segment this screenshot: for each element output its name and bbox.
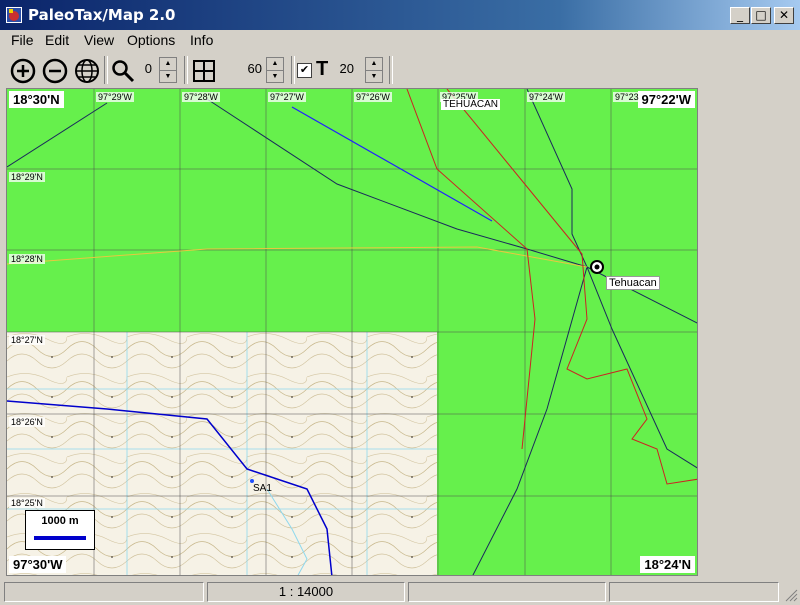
lat-label: 18°27'N	[9, 335, 45, 345]
maximize-button[interactable]: □	[751, 7, 771, 24]
site-label: SA1	[253, 483, 272, 494]
status-cell-left	[4, 582, 204, 602]
text-size-value[interactable]: 20	[336, 61, 354, 76]
place-marker-dot	[594, 264, 600, 270]
scale-bar-line	[34, 536, 86, 540]
corner-nw-label: 18°30'N	[9, 91, 64, 108]
scale-bar-label: 1000 m	[41, 515, 79, 527]
zoom-out-button[interactable]	[40, 56, 70, 86]
zoom-out-icon	[42, 58, 68, 84]
text-size-spinner[interactable]: ▲ ▼	[365, 57, 383, 83]
lon-label: 97°26'W	[354, 92, 392, 102]
globe-icon	[75, 59, 99, 83]
window-title: PaleoTax/Map 2.0	[28, 6, 176, 24]
lon-label: 97°27'W	[268, 92, 306, 102]
text-icon: T	[316, 58, 329, 80]
zoom-in-icon	[10, 58, 36, 84]
magnifier-button[interactable]	[108, 56, 138, 86]
menu-edit[interactable]: Edit	[45, 32, 69, 48]
status-cell-mid	[408, 582, 606, 602]
lat-label: 18°28'N	[9, 254, 45, 264]
toolbar-separator	[291, 56, 295, 84]
grid-button[interactable]	[189, 56, 219, 86]
lon-label: 97°23'W	[613, 92, 639, 102]
menu-view[interactable]: View	[84, 32, 114, 48]
map-canvas[interactable]: 18°30'N 97°22'W 97°30'W 18°24'N 97°29'W …	[6, 88, 698, 576]
place-label-caps: TEHUACAN	[441, 99, 501, 110]
menu-info[interactable]: Info	[190, 32, 213, 48]
text-checkbox[interactable]: ✔	[297, 63, 312, 78]
grid-icon	[193, 60, 215, 82]
grid-spinner[interactable]: ▲ ▼	[266, 57, 284, 83]
place-label: Tehuacan	[606, 276, 660, 290]
close-button[interactable]: ✕	[774, 7, 794, 24]
status-bar: 1 : 14000	[0, 580, 800, 605]
grid-value[interactable]: 60	[236, 61, 262, 76]
lon-label: 97°24'W	[527, 92, 565, 102]
menu-file[interactable]: File	[11, 32, 34, 48]
scale-bar: 1000 m	[25, 510, 95, 550]
lat-label: 18°29'N	[9, 172, 45, 182]
menu-options[interactable]: Options	[127, 32, 175, 48]
globe-button[interactable]	[72, 56, 102, 86]
status-cell-right	[609, 582, 779, 602]
toolbar-separator	[184, 56, 188, 84]
map-graphics	[7, 89, 697, 575]
corner-se-label: 18°24'N	[640, 556, 695, 573]
zoom-spinner[interactable]: ▲ ▼	[159, 57, 177, 83]
app-icon	[6, 7, 22, 23]
zoom-value[interactable]: 0	[136, 61, 152, 76]
scale-readout: 1 : 14000	[207, 582, 405, 602]
toolbar: 0 ▲ ▼ 60 ▲ ▼ ✔ T 20 ▲ ▼	[0, 52, 800, 88]
zoom-in-button[interactable]	[8, 56, 38, 86]
resize-grip-icon[interactable]	[784, 588, 798, 602]
minimize-button[interactable]: _	[730, 7, 750, 24]
title-bar: PaleoTax/Map 2.0 _ □ ✕	[0, 0, 800, 30]
menu-bar: File Edit View Options Info	[0, 30, 800, 52]
magnifier-icon	[112, 60, 135, 83]
corner-sw-label: 97°30'W	[9, 556, 67, 573]
lon-label: 97°29'W	[96, 92, 134, 102]
lat-label: 18°26'N	[9, 417, 45, 427]
corner-ne-label: 97°22'W	[637, 91, 695, 108]
lon-label: 97°28'W	[182, 92, 220, 102]
toolbar-separator	[389, 56, 393, 84]
lat-label: 18°25'N	[9, 498, 45, 508]
